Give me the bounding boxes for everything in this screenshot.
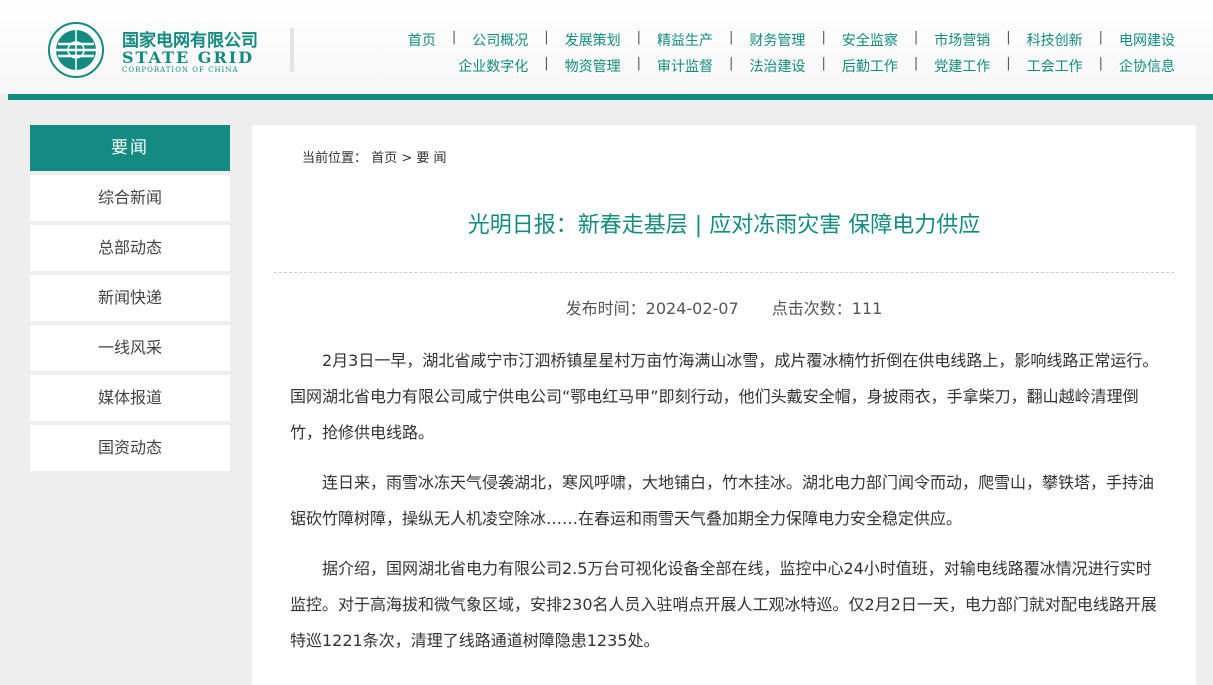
state-grid-globe-icon [48,22,104,78]
header-divider-bar [8,94,1213,100]
nav-link[interactable]: 科技创新 [1027,30,1083,50]
nav-link[interactable]: 发展策划 [565,30,621,50]
click-count: 点击次数：111 [771,299,883,318]
logo-subtitle-en: CORPORATION OF CHINA [122,66,239,74]
nav-link[interactable]: 精益生产 [657,30,713,50]
nav-separator: | [636,30,642,45]
breadcrumb-home-link[interactable]: 首页 [371,151,397,166]
nav-separator: | [544,30,549,45]
nav-link[interactable]: 电网建设 [1119,30,1175,50]
breadcrumb-current[interactable]: 要 闻 [416,151,446,166]
sidebar-item-comprehensive-news[interactable]: 综合新闻 [30,175,230,221]
nav-link[interactable]: 公司概况 [472,30,528,50]
breadcrumb-arrow: > [401,151,413,166]
article-meta: 发布时间：2024-02-07 点击次数：111 [252,295,1196,319]
main-nav-row-2: 企业数字化 | 物资管理 | 审计监督 | 法治建设 | 后勤工作 | 党建工作 | 工会工作 | 企协信息 [335,56,1175,76]
nav-link[interactable]: 市场营销 [934,30,990,50]
article-paragraph: 连日来，雨雪冰冻天气侵袭湖北，寒风呼啸，大地铺白，竹木挂冰。湖北电力部门闻令而动… [290,473,1155,528]
nav-link[interactable]: 企协信息 [1119,56,1175,76]
nav-link[interactable]: 安全监察 [842,30,898,50]
nav-separator: | [544,56,549,71]
nav-separator: | [1006,30,1011,45]
nav-separator: | [1098,56,1103,71]
nav-link[interactable]: 后勤工作 [842,56,898,76]
nav-separator: | [451,30,457,45]
main-nav-row-1: 首页 | 公司概况 | 发展策划 | 精益生产 | 财务管理 | 安全监察 | 市场营销 | 科技创新 | 电网… [335,30,1175,50]
logo[interactable]: 国家电网有限公司 STATE GRID CORPORATION OF CHINA [46,20,286,80]
nav-separator: | [821,30,826,45]
nav-link[interactable]: 法治建设 [749,56,805,76]
sidebar-item-media-reports[interactable]: 媒体报道 [30,375,230,421]
nav-link[interactable]: 审计监督 [657,56,713,76]
publish-date: 发布时间：2024-02-07 [565,299,739,318]
sidebar: 要闻 综合新闻 总部动态 新闻快递 一线风采 媒体报道 国资动态 [30,125,230,471]
sidebar-item-hq-news[interactable]: 总部动态 [30,225,230,271]
nav-separator: | [913,30,919,45]
nav-link[interactable]: 党建工作 [934,56,990,76]
sidebar-item-news-express[interactable]: 新闻快递 [30,275,230,321]
breadcrumb: 当前位置： 首页 > 要 闻 [302,147,447,166]
nav-separator: | [913,56,919,71]
article-panel: 当前位置： 首页 > 要 闻 光明日报：新春走基层 | 应对冻雨灾害 保障电力供… [252,125,1196,685]
nav-link[interactable]: 企业数字化 [458,56,528,76]
logo-name-en: STATE GRID [122,48,255,67]
article-title: 光明日报：新春走基层 | 应对冻雨灾害 保障电力供应 [467,213,981,238]
article-paragraph: 据介绍，国网湖北省电力有限公司2.5万台可视化设备全部在线，监控中心24小时值班… [290,559,1157,650]
title-divider [274,272,1174,273]
sidebar-item-sasac-news[interactable]: 国资动态 [30,425,230,471]
breadcrumb-label: 当前位置： [302,151,368,166]
nav-separator: | [636,56,642,71]
site-header: 国家电网有限公司 STATE GRID CORPORATION OF CHINA… [0,0,1213,94]
sidebar-heading[interactable]: 要闻 [30,125,230,171]
sidebar-item-frontline[interactable]: 一线风采 [30,325,230,371]
nav-separator: | [1006,56,1011,71]
logo-divider [290,28,294,72]
nav-link[interactable]: 首页 [408,30,436,50]
nav-separator: | [729,56,734,71]
nav-link[interactable]: 工会工作 [1027,56,1083,76]
nav-separator: | [729,30,734,45]
article-body: 2月3日一早，湖北省咸宁市汀泗桥镇星星村万亩竹海满山冰雪，成片覆冰楠竹折倒在供电… [290,343,1160,673]
nav-link[interactable]: 物资管理 [565,56,621,76]
nav-separator: | [821,56,826,71]
nav-link[interactable]: 财务管理 [749,30,805,50]
article-paragraph: 2月3日一早，湖北省咸宁市汀泗桥镇星星村万亩竹海满山冰雪，成片覆冰楠竹折倒在供电… [290,351,1159,442]
nav-separator: | [1098,30,1103,45]
